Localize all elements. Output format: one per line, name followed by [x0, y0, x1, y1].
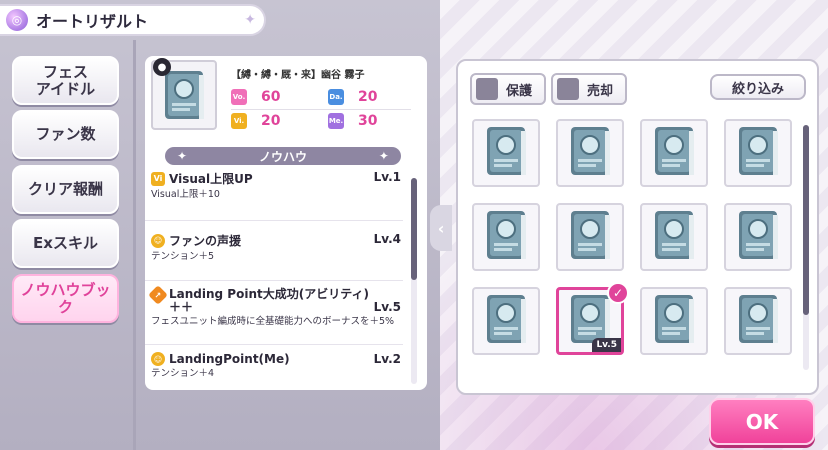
- vi-icon: Vi.: [231, 112, 247, 129]
- book-icon: [733, 123, 783, 183]
- ability-icon: ↑: [148, 285, 168, 305]
- book-item[interactable]: [640, 203, 708, 271]
- stat-vo: Vo. 60: [231, 88, 301, 105]
- book-icon: [481, 291, 531, 351]
- knowhow-list[interactable]: Vi Visual上限UP Lv.1 Visual上限＋10 ☺ ファンの声援 …: [145, 168, 415, 384]
- knowhow-level: Lv.4: [373, 232, 401, 246]
- protect-toggle[interactable]: 保護: [470, 73, 546, 105]
- sidebar-divider: [133, 40, 136, 450]
- knowhow-desc: テンション＋4: [151, 368, 215, 379]
- stat-vi-value: 20: [261, 112, 281, 129]
- stat-da: Da. 20: [328, 88, 398, 105]
- stat-vo-value: 60: [261, 88, 281, 105]
- book-item[interactable]: [640, 119, 708, 187]
- sparkle-icon: ✦: [177, 149, 188, 163]
- book-item[interactable]: [472, 119, 540, 187]
- book-icon: [481, 123, 531, 183]
- protect-label: 保護: [506, 83, 533, 99]
- me-icon: Me.: [328, 112, 344, 129]
- stat-me-value: 30: [358, 112, 378, 129]
- book-grid-scrollbar-thumb[interactable]: [803, 125, 809, 315]
- collapse-panel-tab[interactable]: ‹: [430, 205, 452, 251]
- knowhow-level: Lv.5: [373, 300, 401, 314]
- smile-icon: ☺: [151, 352, 165, 366]
- knowhow-desc: Visual上限＋10: [151, 189, 220, 200]
- sell-label: 売却: [587, 83, 614, 99]
- sell-toggle[interactable]: 売却: [551, 73, 627, 105]
- book-item[interactable]: [724, 119, 792, 187]
- sidebar-item-knowhow-book[interactable]: ノウハウブック: [12, 274, 119, 323]
- sidebar-item-fans[interactable]: ファン数: [12, 110, 119, 159]
- sidebar-item-clear-reward[interactable]: クリア報酬: [12, 165, 119, 214]
- filter-button[interactable]: 絞り込み: [710, 74, 806, 100]
- book-item-selected[interactable]: ✓ Lv.5: [556, 282, 629, 355]
- book-icon: [733, 291, 783, 351]
- stat-vi: Vi. 20: [231, 112, 301, 129]
- auto-result-icon: ◎: [6, 9, 28, 31]
- knowhow-name: Landing Point大成功(アビリティ)＋＋: [169, 287, 369, 314]
- list-item: ↑ Landing Point大成功(アビリティ)＋＋ Lv.5 フェスユニット…: [148, 285, 409, 327]
- list-item: ☺ ファンの声援 Lv.4 テンション＋5: [151, 232, 409, 262]
- ok-button[interactable]: OK: [709, 398, 815, 445]
- page-title: オートリザルト: [36, 12, 149, 31]
- divider: [145, 280, 403, 281]
- stat-me: Me. 30: [328, 112, 398, 129]
- knowhow-section-header: ✦ ノウハウ ✦: [165, 147, 401, 165]
- book-icon: [733, 207, 783, 267]
- book-icon: [565, 123, 615, 183]
- stat-divider: [231, 109, 411, 110]
- sidebar-item-fes-idol[interactable]: フェス アイドル: [12, 56, 119, 105]
- book-item[interactable]: [472, 287, 540, 355]
- smile-icon: ☺: [151, 233, 165, 248]
- checkbox-icon: [557, 78, 579, 100]
- checkbox-icon: [476, 78, 498, 100]
- book-icon: [649, 123, 699, 183]
- title-bar: ◎ オートリザルト ✦: [0, 4, 266, 36]
- knowhow-name: Visual上限UP: [169, 172, 253, 186]
- book-icon: [649, 291, 699, 351]
- book-grid: ✓ Lv.5: [472, 119, 792, 389]
- vo-icon: Vo.: [231, 88, 247, 105]
- book-item[interactable]: [556, 203, 624, 271]
- sparkle-icon: ✦: [244, 12, 256, 28]
- sidebar-item-ex-skill[interactable]: Exスキル: [12, 219, 119, 268]
- book-icon: [565, 207, 615, 267]
- book-icon: [165, 71, 204, 119]
- book-item[interactable]: [556, 119, 624, 187]
- knowhow-name: ファンの声援: [169, 234, 242, 248]
- book-item[interactable]: [472, 203, 540, 271]
- sparkle-icon: ✦: [378, 149, 389, 163]
- chevron-left-icon: ‹: [437, 218, 445, 238]
- knowhow-desc: フェスユニット編成時に全基礎能力へのボーナスを＋5%: [151, 316, 395, 327]
- divider: [145, 220, 403, 221]
- idol-name: 【縛・縛・厩・来】幽谷 霧子: [231, 70, 365, 81]
- level-badge: Lv.5: [592, 338, 621, 352]
- da-icon: Da.: [328, 88, 344, 105]
- knowhow-name: LandingPoint(Me): [169, 352, 290, 366]
- visual-icon: Vi: [151, 171, 165, 186]
- knowhow-level: Lv.2: [373, 352, 401, 366]
- book-item[interactable]: [724, 287, 792, 355]
- idol-card-thumbnail[interactable]: ●: [151, 58, 217, 130]
- book-item[interactable]: [640, 287, 708, 355]
- divider: [145, 344, 403, 345]
- book-icon: [481, 207, 531, 267]
- knowhow-detail-panel: ● 【縛・縛・厩・来】幽谷 霧子 Vo. 60 Da. 20 Vi. 20 Me…: [145, 56, 427, 390]
- knowhow-header-label: ノウハウ: [258, 149, 307, 164]
- knowhow-scrollbar-thumb[interactable]: [411, 178, 417, 280]
- knowhow-desc: テンション＋5: [151, 251, 215, 262]
- check-icon: ✓: [607, 282, 629, 304]
- stat-da-value: 20: [358, 88, 378, 105]
- book-item[interactable]: [724, 203, 792, 271]
- list-item: ☺ LandingPoint(Me) Lv.2 テンション＋4: [151, 352, 409, 379]
- list-item: Vi Visual上限UP Lv.1 Visual上限＋10: [151, 170, 409, 200]
- bomb-icon: ●: [153, 58, 171, 76]
- book-select-panel: 保護 売却 絞り込み ✓ Lv.5: [456, 59, 819, 395]
- book-icon: [649, 207, 699, 267]
- knowhow-level: Lv.1: [373, 170, 401, 184]
